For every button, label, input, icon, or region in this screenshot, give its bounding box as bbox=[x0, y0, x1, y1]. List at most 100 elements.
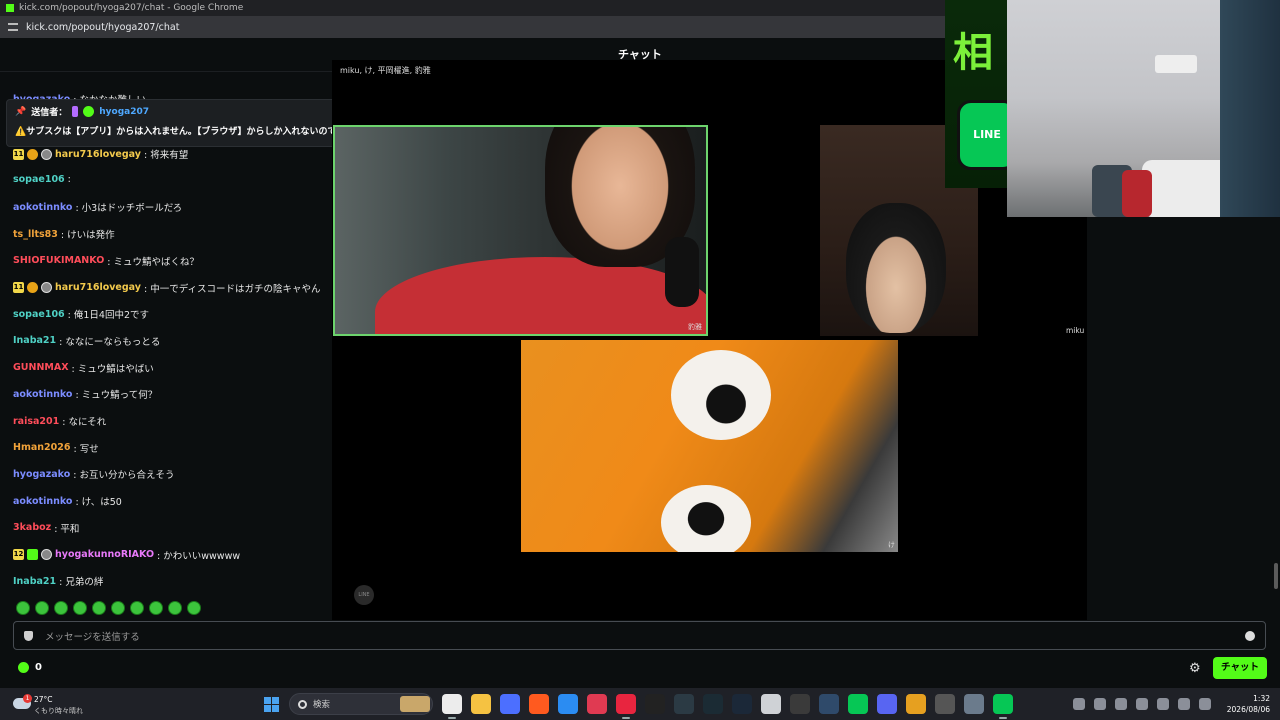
emote-icon[interactable] bbox=[73, 601, 87, 615]
taskbar-app-icon[interactable] bbox=[877, 694, 897, 714]
taskbar-search[interactable]: 検索 bbox=[289, 693, 433, 715]
chat-username[interactable]: ts_llts83 bbox=[13, 229, 58, 240]
page-scrollbar[interactable] bbox=[1274, 563, 1278, 589]
search-icon bbox=[298, 699, 307, 709]
chat-username[interactable]: raisa201 bbox=[13, 416, 59, 427]
cloud-icon[interactable] bbox=[1157, 698, 1169, 710]
chat-username[interactable]: aokotinnko bbox=[13, 496, 72, 507]
taskbar-app-icon[interactable] bbox=[558, 694, 578, 714]
emote-icon[interactable] bbox=[111, 601, 125, 615]
chat-username[interactable]: haru716lovegay bbox=[55, 282, 141, 293]
chat-message: Inaba21: 兄弟の絆 bbox=[13, 574, 104, 589]
taskbar-app-icon[interactable] bbox=[703, 694, 723, 714]
weather-widget[interactable]: 1 27°C くもり時々晴れ bbox=[13, 692, 93, 716]
chat-username[interactable]: Hman2026 bbox=[13, 442, 70, 453]
call-participants-title: miku, け, 平岡櫂進, 豹雅 bbox=[340, 66, 431, 75]
pinned-text: ⚠️サブスクは【アプリ】からは入れません。【ブラウザ】からしか入れないので bbox=[15, 127, 337, 137]
taskbar-app-icon[interactable] bbox=[529, 694, 549, 714]
pinned-sender-label: 送信者： bbox=[31, 108, 68, 118]
taskbar-app-icon[interactable] bbox=[761, 694, 781, 714]
taskbar-app-icon[interactable] bbox=[674, 694, 694, 714]
chat-message: sopae106: 俺1日4回中2です bbox=[13, 307, 149, 322]
search-label[interactable]: 検索 bbox=[313, 698, 394, 710]
chat-username[interactable]: hyogakunnoRIAKO bbox=[55, 549, 154, 560]
chat-username[interactable]: sopae106 bbox=[13, 174, 65, 185]
emote-icon[interactable] bbox=[168, 601, 182, 615]
chat-username[interactable]: sopae106 bbox=[13, 309, 65, 320]
chat-text: : 兄弟の絆 bbox=[59, 577, 104, 589]
line-logo-icon: LINE bbox=[354, 585, 374, 605]
shield-icon[interactable] bbox=[24, 630, 33, 641]
mic-icon[interactable] bbox=[1115, 698, 1127, 710]
chat-username[interactable]: aokotinnko bbox=[13, 202, 72, 213]
pinned-sender[interactable]: hyoga207 bbox=[99, 107, 149, 117]
emote-icon[interactable] bbox=[54, 601, 68, 615]
taskbar-app-icon[interactable] bbox=[819, 694, 839, 714]
taskbar-app-icon[interactable] bbox=[790, 694, 810, 714]
send-chat-button[interactable]: チャット bbox=[1213, 657, 1267, 679]
chat-username[interactable]: hyogazako bbox=[13, 469, 70, 480]
taskbar-app-icon[interactable] bbox=[587, 694, 607, 714]
display-icon[interactable] bbox=[1178, 698, 1190, 710]
taskbar-clock[interactable]: 1:32 2026/08/06 bbox=[1226, 693, 1270, 715]
notification-badge: 1 bbox=[23, 694, 32, 703]
subscriber-badge-icon bbox=[27, 549, 38, 560]
weather-temp: 27°C bbox=[34, 695, 53, 704]
chat-username[interactable]: haru716lovegay bbox=[55, 149, 141, 160]
plush-eye bbox=[661, 485, 751, 552]
chat-username[interactable]: aokotinnko bbox=[13, 389, 72, 400]
taskbar-app-icon[interactable] bbox=[993, 694, 1013, 719]
emoji-picker-icon[interactable] bbox=[1245, 630, 1255, 641]
emote-icon[interactable] bbox=[149, 601, 163, 615]
video-tile-third[interactable]: け bbox=[521, 340, 898, 552]
windows-start-icon[interactable] bbox=[264, 697, 279, 712]
taskbar-app-icon[interactable] bbox=[906, 694, 926, 714]
chat-text: : ミュウ鯖はやばい bbox=[71, 363, 154, 375]
emote-icon[interactable] bbox=[16, 601, 30, 615]
banner-text: 相 bbox=[953, 29, 993, 76]
chat-username[interactable]: GUNNMAX bbox=[13, 362, 69, 373]
sub-month-badge: 12 bbox=[13, 549, 24, 560]
mic-badge-icon bbox=[72, 106, 79, 117]
chat-text: : なにそれ bbox=[62, 417, 107, 428]
volume-icon[interactable] bbox=[1199, 698, 1211, 710]
taskbar-app-icon[interactable] bbox=[935, 694, 955, 714]
plush-eye bbox=[671, 350, 771, 440]
kick-points-icon[interactable] bbox=[18, 662, 29, 673]
chat-username[interactable]: 3kaboz bbox=[13, 522, 51, 533]
close-icon[interactable] bbox=[1136, 698, 1148, 710]
network-icon[interactable] bbox=[1094, 698, 1106, 710]
gear-icon[interactable]: ⚙ bbox=[1189, 661, 1201, 676]
person-shirt bbox=[375, 257, 706, 334]
emote-icon[interactable] bbox=[187, 601, 201, 615]
taskbar-app-icon[interactable] bbox=[500, 694, 520, 714]
clock-date: 2026/08/06 bbox=[1226, 705, 1270, 714]
taskbar-app-icon[interactable] bbox=[645, 694, 665, 714]
stream-overlay-banner: 相 LINE bbox=[945, 0, 1007, 188]
taskbar-app-icon[interactable] bbox=[848, 694, 868, 714]
chat-message-list[interactable]: hyogazako : なかなか難しい 11haru716lovegay: 将来… bbox=[0, 72, 332, 600]
emote-icon[interactable] bbox=[92, 601, 106, 615]
emote-icon[interactable] bbox=[35, 601, 49, 615]
taskbar-app-icon[interactable] bbox=[964, 694, 984, 714]
chat-message: SHIOFUKIMANKO: ミュウ鯖やばくね？ bbox=[13, 254, 199, 268]
emote-icon[interactable] bbox=[130, 601, 144, 615]
chat-input-box[interactable]: メッセージを送信する bbox=[13, 621, 1266, 650]
chat-username[interactable]: Inaba21 bbox=[13, 335, 56, 346]
taskbar-app-icon[interactable] bbox=[616, 694, 636, 719]
chevron-up-icon[interactable] bbox=[1073, 698, 1085, 710]
video-tile-main[interactable]: 豹雅 bbox=[333, 125, 708, 336]
url-text[interactable]: kick.com/popout/hyoga207/chat bbox=[26, 22, 179, 33]
chat-text: : かわいいwwwww bbox=[157, 550, 241, 562]
taskbar-app-icon[interactable] bbox=[442, 694, 462, 719]
chat-text: : お互い分から合えそう bbox=[73, 470, 175, 482]
chat-username[interactable]: Inaba21 bbox=[13, 576, 56, 587]
taskbar-app-icon[interactable] bbox=[471, 694, 491, 714]
taskbar-app-icon[interactable] bbox=[732, 694, 752, 714]
points-count: 0 bbox=[35, 662, 42, 673]
site-info-icon[interactable] bbox=[8, 23, 18, 31]
person-face bbox=[846, 203, 946, 333]
chat-username[interactable]: SHIOFUKIMANKO bbox=[13, 255, 104, 266]
chat-input-placeholder[interactable]: メッセージを送信する bbox=[45, 629, 1245, 643]
chat-text: : 小3はドッチボールだろ bbox=[75, 203, 183, 215]
